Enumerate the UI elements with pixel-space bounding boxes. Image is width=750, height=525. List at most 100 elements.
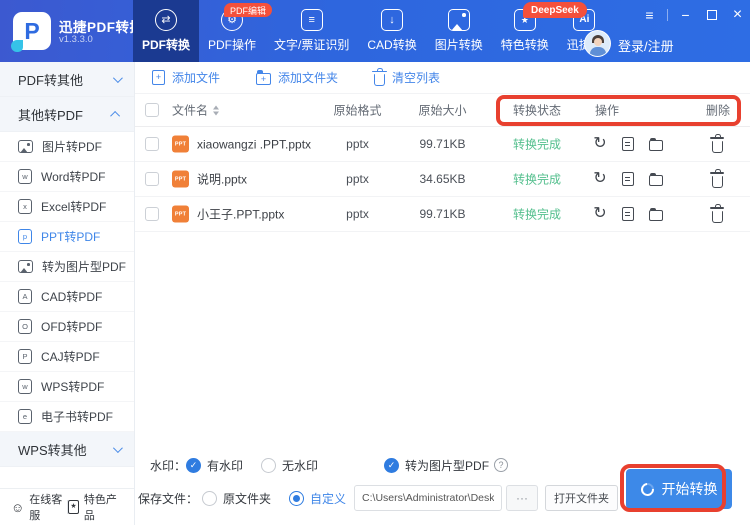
open-folder-button[interactable]: 打开文件夹 xyxy=(545,485,619,511)
sidebar-item-ppt-to-pdf[interactable]: p PPT转PDF xyxy=(0,222,134,252)
sidebar-item-ofd-to-pdf[interactable]: O OFD转PDF xyxy=(0,312,134,342)
column-format: 原始格式 xyxy=(333,103,382,118)
tab-label: PDF操作 xyxy=(208,38,257,52)
sidebar-item-label: Word转PDF xyxy=(41,170,106,184)
row-checkbox[interactable] xyxy=(145,207,159,221)
no-watermark-label: 无水印 xyxy=(282,458,319,473)
file-name: 说明.pptx xyxy=(197,172,248,187)
sidebar-item-caj-to-pdf[interactable]: P CAJ转PDF xyxy=(0,342,134,372)
browse-button[interactable]: ··· xyxy=(506,485,539,511)
maximize-icon[interactable] xyxy=(703,6,720,24)
file-name: 小王子.PPT.pptx xyxy=(197,207,285,222)
watermark-settings: 水印： ✓ 有水印 无水印 ✓ 转为图片型PDF ? xyxy=(150,454,509,476)
delete-button[interactable] xyxy=(707,134,727,154)
divider xyxy=(667,9,668,21)
image-icon xyxy=(447,9,470,31)
tab-ocr[interactable]: ≡ 文字/票证识别 xyxy=(265,0,358,62)
select-all-checkbox[interactable] xyxy=(145,103,159,117)
open-file-button[interactable] xyxy=(618,134,638,154)
clear-list-button[interactable]: 清空列表 xyxy=(372,67,440,86)
sidebar-item-to-image-pdf[interactable]: 转为图片型PDF xyxy=(0,252,134,282)
file-format: pptx xyxy=(346,137,369,151)
save-path-input[interactable] xyxy=(354,485,503,511)
tab-label: 文字/票证识别 xyxy=(274,38,350,52)
status-label: 转换完成 xyxy=(513,207,562,222)
reconvert-button[interactable]: ↻ xyxy=(590,204,610,224)
open-file-button[interactable] xyxy=(618,204,638,224)
trash-icon xyxy=(372,67,387,86)
open-folder-button[interactable] xyxy=(646,204,666,224)
tab-pdf-convert[interactable]: ⇄ PDF转换 xyxy=(133,0,200,62)
avatar[interactable] xyxy=(584,30,611,57)
menu-icon[interactable]: ≡ xyxy=(641,6,658,24)
sidebar-item-label: WPS转PDF xyxy=(41,380,105,394)
sidebar-item-label: CAJ转PDF xyxy=(41,350,100,364)
tab-image-convert[interactable]: 图片转换 xyxy=(426,0,492,62)
reconvert-button[interactable]: ↻ xyxy=(590,169,610,189)
chevron-down-icon xyxy=(112,442,123,453)
open-file-button[interactable] xyxy=(618,169,638,189)
top-bar: P 迅捷PDF转换器 v1.3.3.0 ⇄ PDF转换 ⚙ PDF操作 ≡ 文字… xyxy=(0,0,750,62)
row-checkbox[interactable] xyxy=(145,172,159,186)
image-pdf-label: 转为图片型PDF xyxy=(405,458,490,473)
with-watermark-radio[interactable]: ✓ xyxy=(186,457,202,473)
delete-button[interactable] xyxy=(707,169,727,189)
open-folder-button[interactable] xyxy=(646,134,666,154)
help-icon[interactable]: ? xyxy=(494,458,509,472)
sidebar-item-image-to-pdf[interactable]: 图片转PDF xyxy=(0,132,134,162)
save-settings: 保存文件： 原文件夹 自定义 ··· 打开文件夹 xyxy=(138,485,619,511)
sidebar-item-ebook-to-pdf[interactable]: e 电子书转PDF xyxy=(0,402,134,432)
section-label: 其他转PDF xyxy=(18,107,84,123)
close-icon[interactable]: × xyxy=(729,6,746,24)
download-arrow-icon: ↓ xyxy=(381,9,404,31)
sidebar-section-wps-to-other[interactable]: WPS转其他 xyxy=(0,432,134,467)
save-label: 保存文件： xyxy=(138,491,199,506)
start-convert-label: 开始转换 xyxy=(661,481,718,497)
delete-button[interactable] xyxy=(707,204,727,224)
featured-products-button[interactable]: ★ 特色产品 xyxy=(68,491,123,523)
custom-folder-radio[interactable] xyxy=(289,490,305,506)
trash-icon xyxy=(709,204,725,223)
document-icon xyxy=(622,172,634,186)
source-folder-radio[interactable] xyxy=(202,490,218,506)
sidebar-item-word-to-pdf[interactable]: w Word转PDF xyxy=(0,162,134,192)
image-file-icon xyxy=(18,260,33,273)
image-pdf-checkbox[interactable]: ✓ xyxy=(384,457,400,473)
app-version: v1.3.3.0 xyxy=(59,34,93,45)
add-file-icon: + xyxy=(152,70,165,85)
sidebar-item-excel-to-pdf[interactable]: x Excel转PDF xyxy=(0,192,134,222)
file-format: pptx xyxy=(346,172,369,186)
sidebar-item-cad-to-pdf[interactable]: A CAD转PDF xyxy=(0,282,134,312)
start-convert-button[interactable]: 开始转换 xyxy=(626,469,732,509)
sort-icon[interactable] xyxy=(213,105,220,115)
refresh-icon: ↻ xyxy=(593,170,607,187)
open-folder-button[interactable] xyxy=(646,169,666,189)
column-delete: 删除 xyxy=(706,103,731,118)
document-icon xyxy=(622,137,634,151)
table-row: PPT 小王子.PPT.pptx pptx 99.71KB 转换完成 ↻ xyxy=(135,197,750,232)
sidebar-section-other-to-pdf[interactable]: 其他转PDF xyxy=(0,97,134,132)
window-controls: ≡ − × xyxy=(641,6,746,24)
pdf-edit-badge: PDF编辑 xyxy=(224,3,273,17)
sidebar-item-wps-to-pdf[interactable]: w WPS转PDF xyxy=(0,372,134,402)
with-watermark-label: 有水印 xyxy=(207,458,244,473)
row-checkbox[interactable] xyxy=(145,137,159,151)
no-watermark-radio[interactable] xyxy=(261,457,277,473)
status-label: 转换完成 xyxy=(513,137,562,152)
add-folder-button[interactable]: + 添加文件夹 xyxy=(256,69,338,86)
sidebar-section-pdf-to-other[interactable]: PDF转其他 xyxy=(0,62,134,97)
reconvert-button[interactable]: ↻ xyxy=(590,134,610,154)
tab-cad-convert[interactable]: ↓ CAD转换 xyxy=(358,0,425,62)
chevron-down-icon xyxy=(112,72,123,83)
minimize-icon[interactable]: − xyxy=(677,6,694,24)
login-register-link[interactable]: 登录/注册 xyxy=(618,36,674,55)
online-support-button[interactable]: ☺ 在线客服 xyxy=(11,491,67,523)
folder-icon xyxy=(649,207,663,221)
file-size: 34.65KB xyxy=(419,172,466,186)
tab-label: 特色转换 xyxy=(500,38,549,52)
add-file-button[interactable]: + 添加文件 xyxy=(152,69,220,86)
sidebar: PDF转其他 其他转PDF 图片转PDF w Word转PDF x Excel转… xyxy=(0,62,135,525)
sidebar-item-label: CAD转PDF xyxy=(41,290,103,304)
ppt-file-icon: PPT xyxy=(172,135,189,153)
footer-label: 特色产品 xyxy=(83,494,117,522)
